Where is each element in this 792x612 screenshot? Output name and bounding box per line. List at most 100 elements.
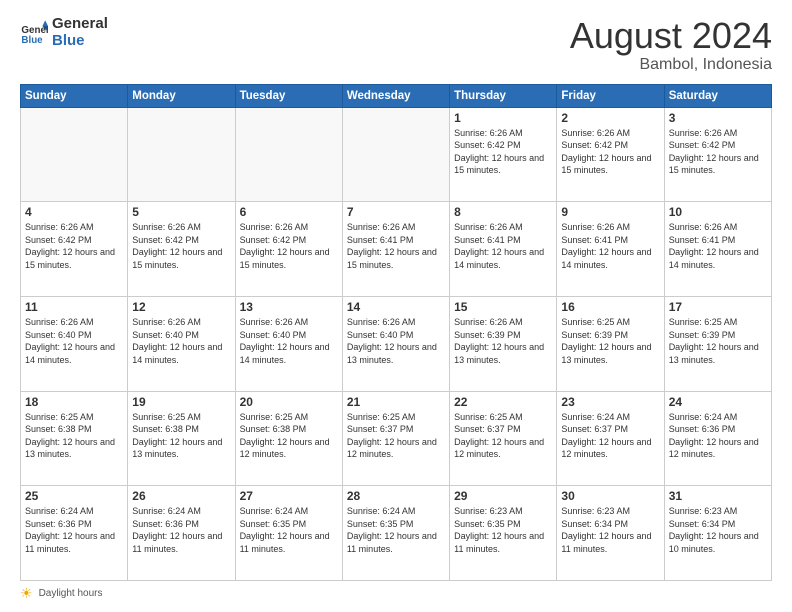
day-number: 26 xyxy=(132,489,230,503)
day-number: 21 xyxy=(347,395,445,409)
day-number: 27 xyxy=(240,489,338,503)
day-info: Sunrise: 6:26 AMSunset: 6:41 PMDaylight:… xyxy=(454,221,552,271)
day-number: 14 xyxy=(347,300,445,314)
day-number: 5 xyxy=(132,205,230,219)
location: Bambol, Indonesia xyxy=(570,56,772,74)
day-info: Sunrise: 6:23 AMSunset: 6:34 PMDaylight:… xyxy=(669,505,767,555)
day-number: 16 xyxy=(561,300,659,314)
day-info: Sunrise: 6:26 AMSunset: 6:42 PMDaylight:… xyxy=(561,127,659,177)
calendar-cell: 19 Sunrise: 6:25 AMSunset: 6:38 PMDayligh… xyxy=(128,391,235,486)
day-info: Sunrise: 6:24 AMSunset: 6:35 PMDaylight:… xyxy=(240,505,338,555)
day-number: 2 xyxy=(561,111,659,125)
calendar-cell: 12 Sunrise: 6:26 AMSunset: 6:40 PMDayligh… xyxy=(128,296,235,391)
day-info: Sunrise: 6:24 AMSunset: 6:36 PMDaylight:… xyxy=(669,411,767,461)
calendar-cell: 25 Sunrise: 6:24 AMSunset: 6:36 PMDayligh… xyxy=(21,486,128,581)
day-info: Sunrise: 6:26 AMSunset: 6:40 PMDaylight:… xyxy=(132,316,230,366)
calendar-cell: 6 Sunrise: 6:26 AMSunset: 6:42 PMDaylight… xyxy=(235,202,342,297)
logo-icon: General Blue xyxy=(20,19,48,47)
calendar-cell: 20Sunrise: 6:25 AMSunset: 6:38 PMDayligh… xyxy=(235,391,342,486)
day-number: 12 xyxy=(132,300,230,314)
daylight-label: Daylight hours xyxy=(39,588,103,599)
calendar-cell: 7Sunrise: 6:26 AMSunset: 6:41 PMDaylight… xyxy=(342,202,449,297)
day-number: 3 xyxy=(669,111,767,125)
col-header-sunday: Sunday xyxy=(21,84,128,107)
header: General Blue General Blue August 2024 Ba… xyxy=(20,16,772,74)
day-number: 20 xyxy=(240,395,338,409)
day-number: 11 xyxy=(25,300,123,314)
day-info: Sunrise: 6:26 AMSunset: 6:42 PMDaylight:… xyxy=(25,221,123,271)
calendar-cell: 10Sunrise: 6:26 AMSunset: 6:41 PMDayligh… xyxy=(664,202,771,297)
footer: ☀ Daylight hours xyxy=(20,585,772,602)
col-header-friday: Friday xyxy=(557,84,664,107)
calendar-cell: 18 Sunrise: 6:25 AMSunset: 6:38 PMDayligh… xyxy=(21,391,128,486)
day-number: 15 xyxy=(454,300,552,314)
day-info: Sunrise: 6:24 AMSunset: 6:36 PMDaylight:… xyxy=(132,505,230,555)
calendar-week-row: 18 Sunrise: 6:25 AMSunset: 6:38 PMDayligh… xyxy=(21,391,772,486)
day-info: Sunrise: 6:24 AMSunset: 6:37 PMDaylight:… xyxy=(561,411,659,461)
day-number: 10 xyxy=(669,205,767,219)
day-number: 25 xyxy=(25,489,123,503)
day-number: 6 xyxy=(240,205,338,219)
day-info: Sunrise: 6:23 AMSunset: 6:35 PMDaylight:… xyxy=(454,505,552,555)
day-info: Sunrise: 6:25 AMSunset: 6:38 PMDaylight:… xyxy=(132,411,230,461)
calendar-cell: 28Sunrise: 6:24 AMSunset: 6:35 PMDayligh… xyxy=(342,486,449,581)
day-number: 23 xyxy=(561,395,659,409)
calendar-cell: 22 Sunrise: 6:25 AMSunset: 6:37 PMDayligh… xyxy=(450,391,557,486)
calendar-cell: 21 Sunrise: 6:25 AMSunset: 6:37 PMDayligh… xyxy=(342,391,449,486)
calendar-cell: 15 Sunrise: 6:26 AMSunset: 6:39 PMDayligh… xyxy=(450,296,557,391)
day-number: 31 xyxy=(669,489,767,503)
calendar-week-row: 25 Sunrise: 6:24 AMSunset: 6:36 PMDayligh… xyxy=(21,486,772,581)
day-info: Sunrise: 6:24 AMSunset: 6:36 PMDaylight:… xyxy=(25,505,123,555)
day-info: Sunrise: 6:25 AMSunset: 6:38 PMDaylight:… xyxy=(25,411,123,461)
calendar-cell xyxy=(342,107,449,202)
day-info: Sunrise: 6:26 AMSunset: 6:40 PMDaylight:… xyxy=(240,316,338,366)
col-header-tuesday: Tuesday xyxy=(235,84,342,107)
calendar-cell: 11 Sunrise: 6:26 AMSunset: 6:40 PMDayligh… xyxy=(21,296,128,391)
calendar-table: SundayMondayTuesdayWednesdayThursdayFrid… xyxy=(20,84,772,581)
calendar-cell: 4 Sunrise: 6:26 AMSunset: 6:42 PMDaylight… xyxy=(21,202,128,297)
calendar-cell: 16 Sunrise: 6:25 AMSunset: 6:39 PMDayligh… xyxy=(557,296,664,391)
day-number: 22 xyxy=(454,395,552,409)
day-number: 9 xyxy=(561,205,659,219)
svg-text:Blue: Blue xyxy=(21,34,43,45)
day-info: Sunrise: 6:26 AMSunset: 6:42 PMDaylight:… xyxy=(132,221,230,271)
day-info: Sunrise: 6:26 AMSunset: 6:39 PMDaylight:… xyxy=(454,316,552,366)
col-header-wednesday: Wednesday xyxy=(342,84,449,107)
col-header-thursday: Thursday xyxy=(450,84,557,107)
month-year: August 2024 xyxy=(570,16,772,56)
day-info: Sunrise: 6:26 AMSunset: 6:40 PMDaylight:… xyxy=(25,316,123,366)
day-info: Sunrise: 6:25 AMSunset: 6:37 PMDaylight:… xyxy=(347,411,445,461)
day-info: Sunrise: 6:26 AMSunset: 6:40 PMDaylight:… xyxy=(347,316,445,366)
day-number: 17 xyxy=(669,300,767,314)
calendar-cell: 26 Sunrise: 6:24 AMSunset: 6:36 PMDayligh… xyxy=(128,486,235,581)
sun-icon: ☀ xyxy=(20,585,33,602)
day-info: Sunrise: 6:26 AMSunset: 6:41 PMDaylight:… xyxy=(561,221,659,271)
day-info: Sunrise: 6:26 AMSunset: 6:42 PMDaylight:… xyxy=(669,127,767,177)
day-number: 19 xyxy=(132,395,230,409)
day-number: 13 xyxy=(240,300,338,314)
day-info: Sunrise: 6:25 AMSunset: 6:39 PMDaylight:… xyxy=(561,316,659,366)
calendar-week-row: 4 Sunrise: 6:26 AMSunset: 6:42 PMDaylight… xyxy=(21,202,772,297)
day-info: Sunrise: 6:23 AMSunset: 6:34 PMDaylight:… xyxy=(561,505,659,555)
calendar-cell: 14 Sunrise: 6:26 AMSunset: 6:40 PMDayligh… xyxy=(342,296,449,391)
calendar-cell xyxy=(235,107,342,202)
page: General Blue General Blue August 2024 Ba… xyxy=(0,0,792,612)
day-number: 24 xyxy=(669,395,767,409)
calendar-cell: 3 Sunrise: 6:26 AMSunset: 6:42 PMDaylight… xyxy=(664,107,771,202)
day-number: 28 xyxy=(347,489,445,503)
calendar-week-row: 11 Sunrise: 6:26 AMSunset: 6:40 PMDayligh… xyxy=(21,296,772,391)
calendar-cell: 2 Sunrise: 6:26 AMSunset: 6:42 PMDaylight… xyxy=(557,107,664,202)
calendar-cell: 31 Sunrise: 6:23 AMSunset: 6:34 PMDayligh… xyxy=(664,486,771,581)
logo-general-text: General xyxy=(52,16,108,33)
day-info: Sunrise: 6:26 AMSunset: 6:42 PMDaylight:… xyxy=(240,221,338,271)
calendar-cell: 30Sunrise: 6:23 AMSunset: 6:34 PMDayligh… xyxy=(557,486,664,581)
day-number: 1 xyxy=(454,111,552,125)
calendar-cell xyxy=(21,107,128,202)
calendar-cell: 8Sunrise: 6:26 AMSunset: 6:41 PMDaylight… xyxy=(450,202,557,297)
day-number: 18 xyxy=(25,395,123,409)
calendar-cell: 24 Sunrise: 6:24 AMSunset: 6:36 PMDayligh… xyxy=(664,391,771,486)
day-info: Sunrise: 6:25 AMSunset: 6:37 PMDaylight:… xyxy=(454,411,552,461)
calendar-cell: 23 Sunrise: 6:24 AMSunset: 6:37 PMDayligh… xyxy=(557,391,664,486)
calendar-cell: 1Sunrise: 6:26 AMSunset: 6:42 PMDaylight… xyxy=(450,107,557,202)
day-number: 4 xyxy=(25,205,123,219)
